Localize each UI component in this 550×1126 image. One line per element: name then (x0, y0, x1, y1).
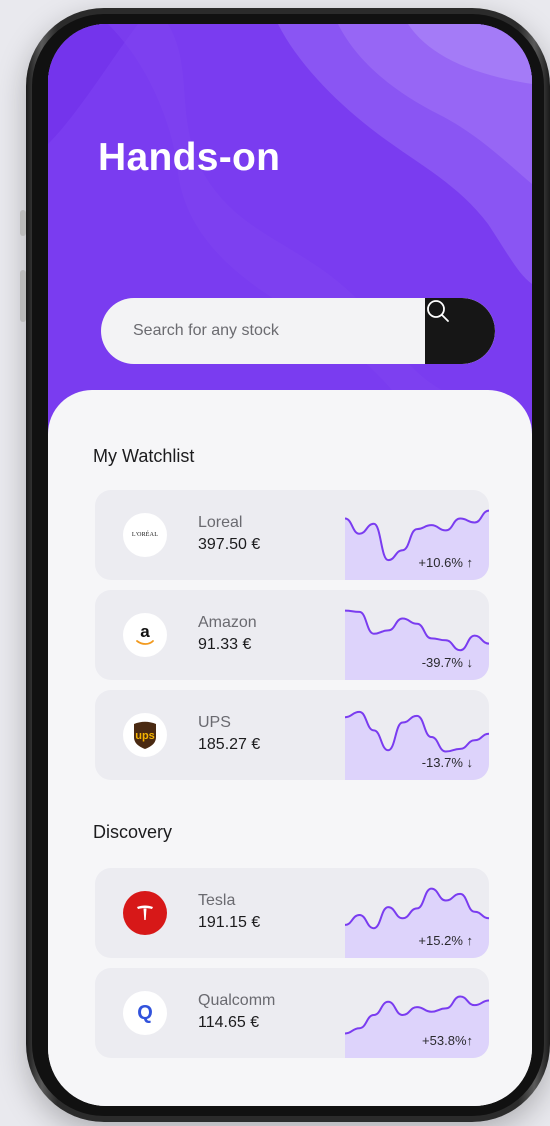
change-percent: +53.8%↑ (422, 1033, 473, 1048)
change-percent: +15.2% ↑ (418, 933, 473, 948)
stock-price: 191.15 € (198, 914, 261, 931)
tesla-logo-icon (123, 891, 167, 935)
hero-wave-background (48, 24, 532, 444)
watchlist-title: My Watchlist (93, 446, 195, 466)
app-title: Hands-on (98, 136, 281, 179)
loreal-logo-text: L'ORÉAL (131, 532, 159, 538)
change-percent: -13.7% ↓ (421, 755, 473, 770)
hero-header: Hands-on (48, 24, 532, 444)
volume-up-button (20, 270, 26, 322)
stock-price: 397.50 € (198, 536, 261, 553)
stock-name: Qualcomm (198, 992, 276, 1009)
stock-name: UPS (198, 714, 231, 731)
amazon-logo-mark: a (136, 623, 154, 645)
svg-text:ups: ups (135, 730, 155, 742)
sparkline-area (345, 996, 489, 1058)
content-sheet: My Watchlist L'ORÉAL Loreal 397.50 € +10… (48, 390, 532, 1106)
svg-text:a: a (140, 623, 150, 641)
tesla-mark (137, 905, 153, 920)
search-icon (427, 300, 449, 322)
search-bar (101, 298, 495, 364)
stock-name: Amazon (198, 614, 257, 631)
stock-name: Tesla (198, 892, 236, 909)
qualcomm-logo-text: Q (137, 1001, 153, 1024)
qualcomm-logo-icon: Q (123, 991, 167, 1035)
stock-card-amazon[interactable]: a Amazon 91.33 € -39.7% ↓ (95, 590, 489, 680)
change-percent: +10.6% ↑ (418, 555, 473, 570)
app-screen: Hands-on My Watchlist L'ORÉAL Loreal 397… (48, 24, 532, 1106)
search-input[interactable] (101, 298, 443, 364)
stock-card-loreal[interactable]: L'ORÉAL Loreal 397.50 € +10.6% ↑ (95, 490, 489, 580)
ups-logo-icon: ups (123, 713, 167, 757)
amazon-logo-icon: a (123, 613, 167, 657)
discovery-title: Discovery (93, 822, 173, 842)
mute-switch (20, 210, 26, 236)
search-button[interactable] (425, 298, 495, 364)
ups-shield: ups (134, 721, 156, 749)
stock-price: 185.27 € (198, 736, 261, 753)
stock-card-ups[interactable]: ups UPS 185.27 € -13.7% ↓ (95, 690, 489, 780)
loreal-logo-icon: L'ORÉAL (123, 513, 167, 557)
change-percent: -39.7% ↓ (421, 655, 473, 670)
stock-card-tesla[interactable]: Tesla 191.15 € +15.2% ↑ (95, 868, 489, 958)
stock-price: 114.65 € (198, 1014, 260, 1031)
stock-price: 91.33 € (198, 636, 252, 653)
stock-card-qualcomm[interactable]: Q Qualcomm 114.65 € +53.8%↑ (95, 968, 489, 1058)
stock-name: Loreal (198, 514, 243, 531)
